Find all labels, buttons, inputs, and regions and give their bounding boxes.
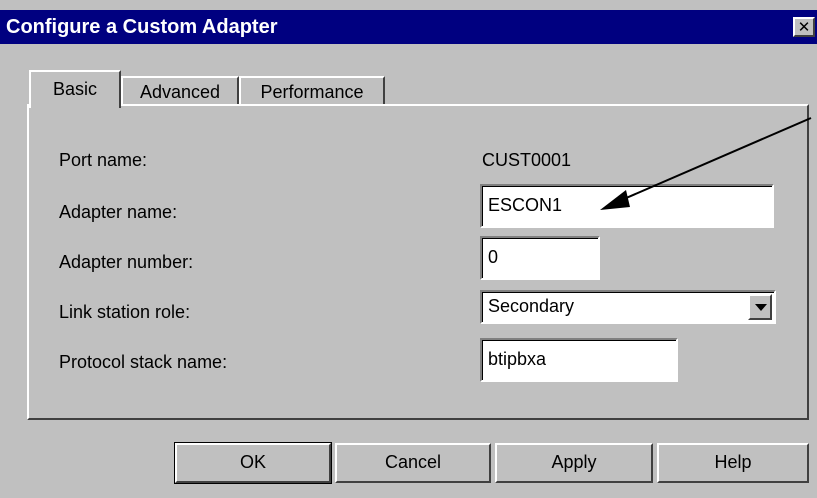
arrow-icon (609, 117, 812, 206)
annotation-overlay (600, 117, 812, 210)
arrowhead-icon (600, 190, 630, 210)
